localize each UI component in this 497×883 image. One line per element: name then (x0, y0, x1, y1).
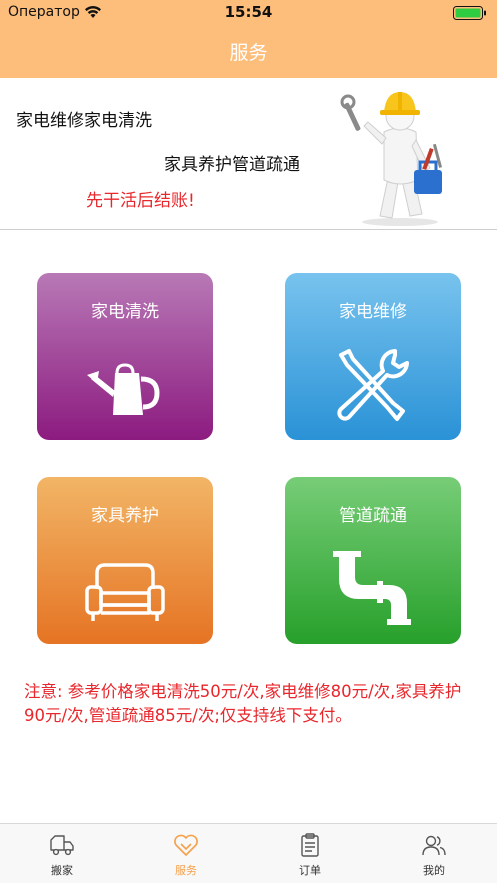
banner-line-1: 家电维修家电清洗 (16, 111, 152, 131)
navigation-bar: 服务 (0, 26, 497, 78)
users-icon (422, 835, 446, 856)
wrench-screwdriver-icon (337, 349, 409, 421)
tab-orders[interactable]: 订单 (248, 824, 372, 883)
tab-label: 服务 (175, 864, 197, 877)
tab-label: 搬家 (51, 864, 73, 877)
service-label: 家电维修 (339, 302, 407, 322)
battery-icon (453, 6, 486, 20)
service-label: 家具养护 (91, 506, 159, 526)
service-label: 管道疏通 (339, 506, 407, 526)
worker-illustration (340, 92, 443, 226)
status-bar: Оператор 15:54 (0, 0, 497, 26)
truck-icon (50, 835, 74, 856)
clock: 15:54 (224, 3, 273, 21)
tab-service[interactable]: 服务 (124, 824, 248, 883)
tab-bar: 搬家 服务 订单 我的 (0, 823, 497, 883)
tab-profile[interactable]: 我的 (372, 824, 496, 883)
service-tile-pipe-dredging[interactable]: 管道疏通 (285, 477, 461, 644)
service-tile-furniture-care[interactable]: 家具养护 (37, 477, 213, 644)
price-notice: 注意: 参考价格家电清洗50元/次,家电维修80元/次,家具养护90元/次,管道… (24, 682, 462, 725)
promo-banner: 家电维修家电清洗 家具养护管道疏通 先干活后结账! (0, 78, 497, 230)
clipboard-icon (301, 833, 319, 857)
sofa-icon (85, 563, 165, 621)
tab-moving[interactable]: 搬家 (0, 824, 124, 883)
pipe-icon (333, 551, 411, 625)
tab-label: 我的 (423, 864, 445, 877)
banner-slogan: 先干活后结账! (86, 191, 195, 211)
tab-label: 订单 (299, 864, 321, 877)
service-tile-appliance-cleaning[interactable]: 家电清洗 (37, 273, 213, 440)
watering-can-icon (87, 363, 160, 415)
heart-icon (174, 834, 198, 856)
page-title: 服务 (229, 42, 268, 64)
service-tile-appliance-repair[interactable]: 家电维修 (285, 273, 461, 440)
service-label: 家电清洗 (91, 302, 159, 322)
banner-line-2: 家具养护管道疏通 (164, 155, 300, 175)
